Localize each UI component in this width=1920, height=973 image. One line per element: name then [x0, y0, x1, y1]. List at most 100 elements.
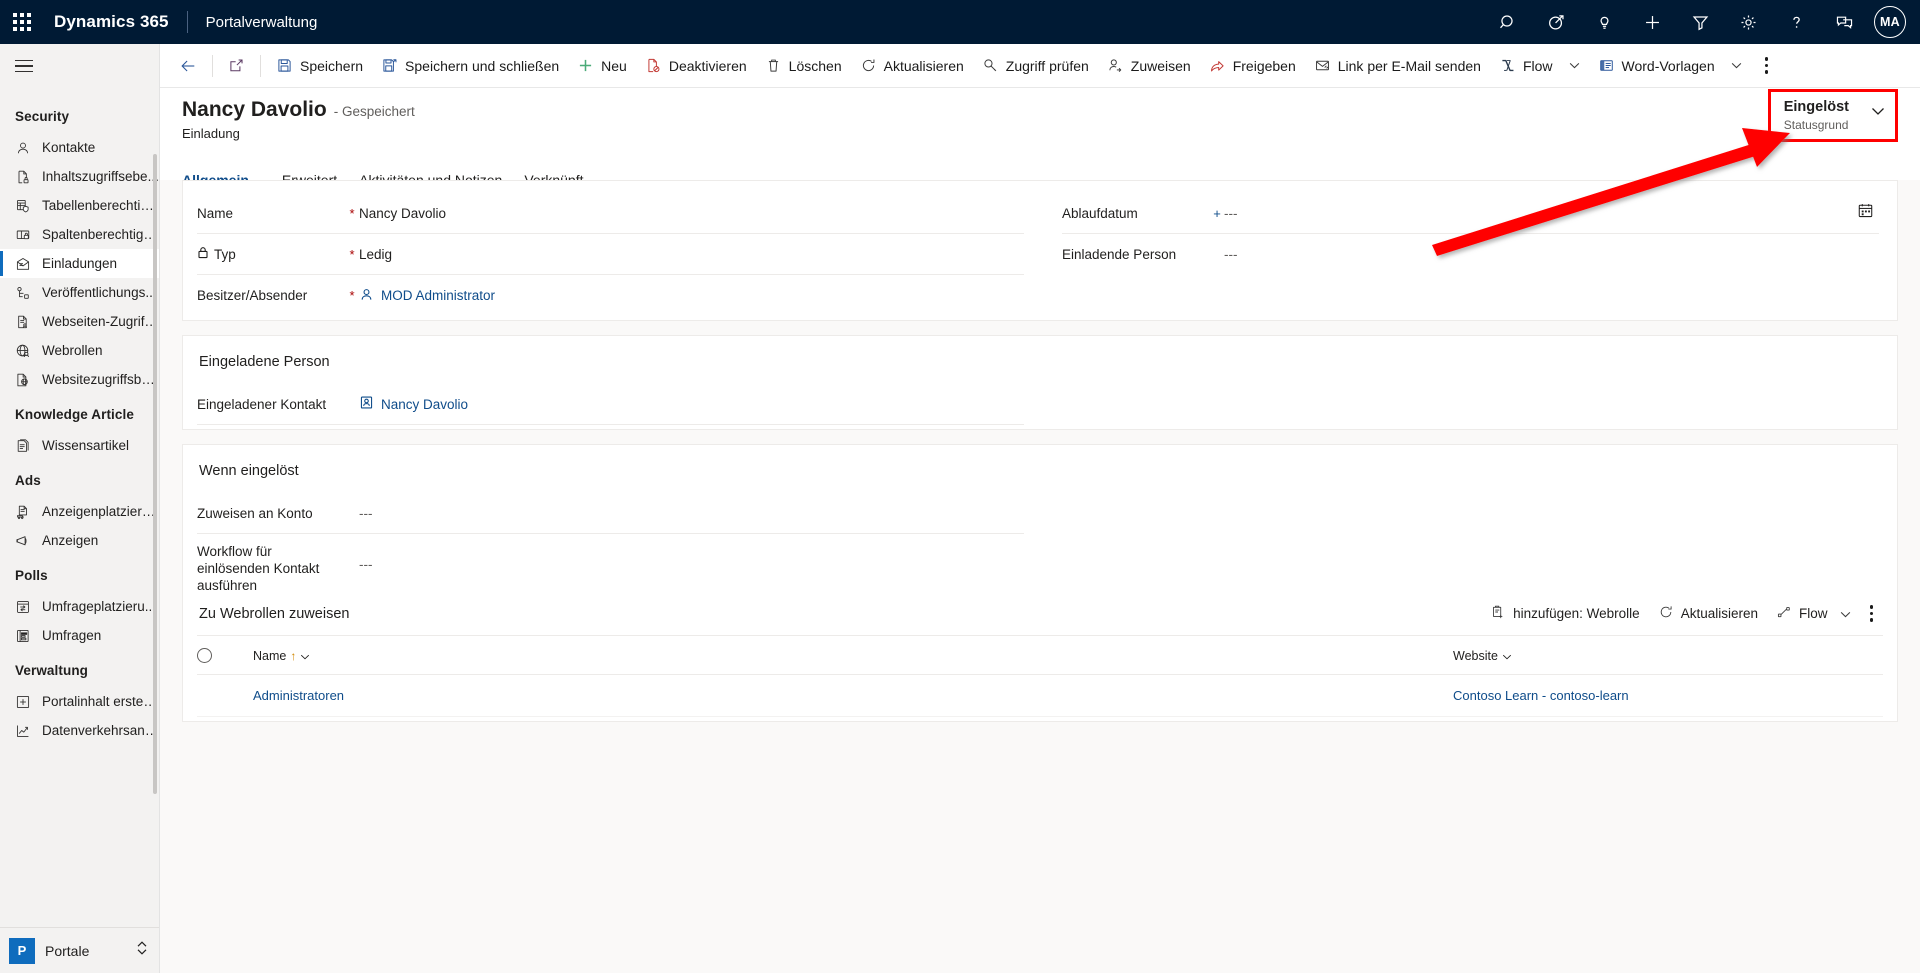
sidebar-item-umfragen[interactable]: Umfragen [0, 621, 159, 650]
avatar[interactable]: MA [1874, 6, 1906, 38]
field-ablaufdatum[interactable]: Ablaufdatum + --- [1062, 193, 1879, 234]
lightbulb-icon[interactable] [1580, 0, 1628, 44]
column-website[interactable]: Website [1453, 636, 1883, 675]
chevron-down-icon[interactable] [1731, 62, 1742, 69]
delete-button[interactable]: Löschen [756, 46, 851, 86]
field-value[interactable]: Ledig [359, 247, 1024, 262]
no-marker: * [1210, 247, 1224, 262]
general-columns: Name * Nancy Davolio Typ * Ledig Besitzer/Abse… [197, 193, 1883, 316]
sidebar-item-anzeigenplatzierung[interactable]: Anzeigenplatzieru... [0, 497, 159, 526]
field-eingeladener-kontakt[interactable]: Eingeladener Kontakt * Nancy Davolio [197, 384, 1024, 425]
email-link-button[interactable]: Link per E-Mail senden [1305, 46, 1490, 86]
subgrid-refresh-button[interactable]: Aktualisieren [1649, 600, 1767, 627]
field-name[interactable]: Name * Nancy Davolio [197, 193, 1024, 234]
chevron-down-icon[interactable] [1840, 606, 1851, 621]
field-value[interactable]: --- [359, 557, 1024, 572]
table-row[interactable]: Administratoren Contoso Learn - contoso-l… [197, 674, 1883, 717]
field-besitzer-absender[interactable]: Besitzer/Absender * MOD Administrator [197, 275, 1024, 316]
filter-icon[interactable] [1676, 0, 1724, 44]
sidebar-item-wissensartikel[interactable]: Wissensartikel [0, 431, 159, 460]
sidebar-item-veroeffentlichungs[interactable]: Veröffentlichungs... [0, 278, 159, 307]
status-badge: Eingelöst [1783, 99, 1849, 115]
sidebar-item-websitezugriff[interactable]: Websitezugriffsbe... [0, 365, 159, 394]
status-reason-dropdown[interactable]: Eingelöst Statusgrund [1767, 89, 1898, 142]
save-icon [276, 57, 293, 74]
flow-button[interactable]: Flow [1490, 46, 1589, 86]
sidebar-item-spaltenberechtigungen[interactable]: Spaltenberechtigu... [0, 220, 159, 249]
column-header-inner[interactable]: Name ↑ [253, 649, 1453, 663]
field-workflow-einloesender-kontakt[interactable]: Workflow für einlösenden Kontakt ausführ… [197, 534, 1024, 594]
field-value[interactable]: MOD Administrator [359, 287, 1024, 305]
field-value[interactable]: Nancy Davolio [359, 206, 1024, 221]
cell-website: Contoso Learn - contoso-learn [1453, 674, 1883, 717]
check-access-button[interactable]: Zugriff prüfen [973, 46, 1098, 86]
sitemap-toggle-button[interactable] [0, 44, 159, 88]
select-all-checkbox[interactable] [197, 648, 212, 663]
app-launcher-button[interactable] [0, 0, 44, 44]
back-button[interactable] [170, 46, 206, 86]
save-and-close-button[interactable]: Speichern und schließen [372, 46, 568, 86]
user-icon [359, 287, 374, 305]
chevron-down-icon[interactable] [1502, 649, 1512, 663]
plus-icon [577, 57, 594, 74]
help-icon[interactable] [1772, 0, 1820, 44]
hamburger-icon [15, 59, 33, 73]
sidebar-item-inhaltszugriffsebenen[interactable]: Inhaltszugriffsebe... [0, 162, 159, 191]
sidebar-item-kontakte[interactable]: Kontakte [0, 133, 159, 162]
refresh-button[interactable]: Aktualisieren [851, 46, 973, 86]
subgrid-overflow-button[interactable] [1860, 601, 1884, 626]
field-value[interactable]: --- [1224, 247, 1879, 262]
popout-button[interactable] [219, 46, 254, 86]
invited-person-card: Eingeladene Person Eingeladener Kontakt *… [182, 335, 1898, 430]
required-marker: * [349, 288, 355, 303]
field-value[interactable]: Nancy Davolio [359, 395, 1024, 413]
contact-icon [15, 140, 31, 156]
gear-icon[interactable] [1724, 0, 1772, 44]
subgrid-command-label: hinzufügen: Webrolle [1513, 606, 1640, 621]
save-button[interactable]: Speichern [267, 46, 372, 86]
website-link[interactable]: Contoso Learn - contoso-learn [1453, 688, 1629, 703]
column-header-inner[interactable]: Website [1453, 649, 1883, 663]
sidebar-scrollbar[interactable] [153, 154, 157, 794]
sidebar-item-webseiten-zugriff[interactable]: Webseiten-Zugriff... [0, 307, 159, 336]
sidebar-item-webrollen[interactable]: Webrollen [0, 336, 159, 365]
feedback-icon[interactable] [1820, 0, 1868, 44]
field-zuweisen-an-konto[interactable]: Zuweisen an Konto *--- [197, 493, 1024, 534]
sidebar-item-tabellenberechtigungen[interactable]: Tabellenberechtig... [0, 191, 159, 220]
add-icon[interactable] [1628, 0, 1676, 44]
field-typ[interactable]: Typ * Ledig [197, 234, 1024, 275]
required-marker: * [349, 246, 355, 262]
deactivate-button[interactable]: Deaktivieren [636, 46, 756, 86]
brand-title: Dynamics 365 [54, 12, 169, 31]
calendar-icon[interactable] [1854, 199, 1877, 227]
search-icon[interactable] [1484, 0, 1532, 44]
sidebar-item-umfrageplatzierung[interactable]: Umfrageplatzieru... [0, 592, 159, 621]
sidebar-item-anzeigen[interactable]: Anzeigen [0, 526, 159, 555]
waffle-icon [13, 13, 31, 31]
record-title-line: Nancy Davolio - Gespeichert [182, 98, 1920, 122]
subgrid-flow-button[interactable]: Flow [1767, 600, 1860, 627]
no-marker: * [345, 506, 359, 521]
lookup-link[interactable]: Nancy Davolio [381, 397, 468, 412]
assign-button[interactable]: Zuweisen [1098, 46, 1200, 86]
sidebar-item-einladungen[interactable]: Einladungen [0, 249, 159, 278]
row-select-cell[interactable] [197, 674, 253, 717]
field-value[interactable]: --- [1224, 206, 1879, 221]
add-webrole-button[interactable]: hinzufügen: Webrolle [1481, 600, 1649, 627]
chevron-down-icon[interactable] [300, 649, 310, 663]
field-einladende-person[interactable]: Einladende Person *--- [1062, 234, 1879, 275]
sidebar-item-datenverkehrsanalyse[interactable]: Datenverkehrsana... [0, 716, 159, 745]
diagnostics-icon[interactable] [1532, 0, 1580, 44]
lookup-link[interactable]: MOD Administrator [381, 288, 495, 303]
share-button[interactable]: Freigeben [1200, 46, 1305, 86]
chevron-down-icon[interactable] [1569, 62, 1580, 69]
webrole-link[interactable]: Administratoren [253, 688, 344, 703]
command-label: Link per E-Mail senden [1337, 57, 1481, 74]
column-name[interactable]: Name ↑ [253, 636, 1453, 675]
sidebar-item-portalinhalt[interactable]: Portalinhalt erstell... [0, 687, 159, 716]
new-button[interactable]: Neu [568, 46, 636, 86]
command-overflow-button[interactable] [1751, 46, 1783, 86]
word-templates-button[interactable]: Word-Vorlagen [1589, 46, 1751, 86]
field-value[interactable]: --- [359, 506, 1024, 521]
area-switcher[interactable]: P Portale [0, 927, 159, 973]
